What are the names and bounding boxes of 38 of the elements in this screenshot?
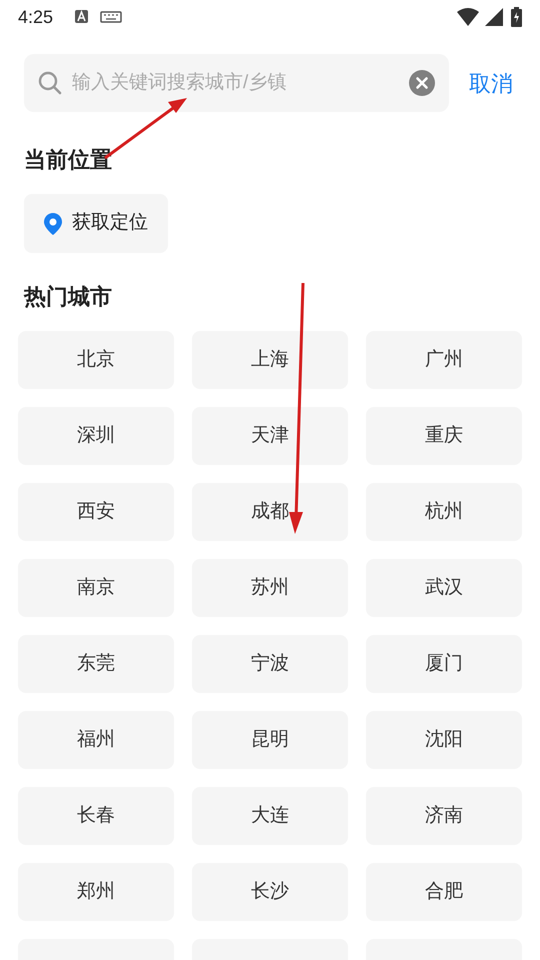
clear-icon[interactable] — [409, 70, 435, 96]
city-button[interactable]: 上海 — [192, 331, 348, 389]
search-input[interactable]: 输入关键词搜索城市/乡镇 — [72, 68, 409, 98]
city-button[interactable]: 杭州 — [366, 483, 522, 541]
city-button[interactable]: 南京 — [18, 559, 174, 617]
city-button[interactable]: 大连 — [192, 787, 348, 845]
city-button[interactable]: 厦门 — [366, 635, 522, 693]
city-button[interactable]: 合肥 — [366, 863, 522, 921]
search-icon — [38, 71, 62, 95]
city-button[interactable]: 宁波 — [192, 635, 348, 693]
cancel-button[interactable]: 取消 — [469, 66, 513, 100]
city-button[interactable]: 成都 — [192, 483, 348, 541]
city-button[interactable]: 深圳 — [18, 407, 174, 465]
city-button[interactable]: 东莞 — [18, 635, 174, 693]
city-button[interactable]: 长沙 — [192, 863, 348, 921]
signal-icon — [485, 8, 503, 26]
city-button[interactable]: 重庆 — [366, 407, 522, 465]
city-button[interactable]: 昆明 — [192, 711, 348, 769]
city-button[interactable]: 长春 — [18, 787, 174, 845]
location-pin-icon — [44, 212, 62, 234]
section-heading: 热门城市 — [24, 283, 112, 311]
section-heading: 当前位置 — [24, 146, 112, 174]
status-time: 4:25 — [18, 6, 54, 28]
search-field[interactable]: 输入关键词搜索城市/乡镇 — [24, 54, 449, 112]
city-button[interactable]: 天津 — [192, 407, 348, 465]
city-button[interactable]: 西安 — [18, 483, 174, 541]
city-button[interactable]: 武汉 — [366, 559, 522, 617]
keyboard-indicator-icon — [75, 10, 124, 24]
wifi-icon — [457, 8, 479, 26]
get-location-button[interactable]: 获取定位 — [24, 194, 168, 253]
city-button[interactable]: 沈阳 — [366, 711, 522, 769]
battery-charging-icon — [511, 7, 522, 27]
city-button[interactable]: 济南 — [366, 787, 522, 845]
city-button[interactable]: 郑州 — [18, 863, 174, 921]
city-button[interactable]: 福州 — [18, 711, 174, 769]
city-button[interactable]: 北京 — [18, 331, 174, 389]
city-button[interactable]: 苏州 — [192, 559, 348, 617]
city-button[interactable]: 广州 — [366, 331, 522, 389]
